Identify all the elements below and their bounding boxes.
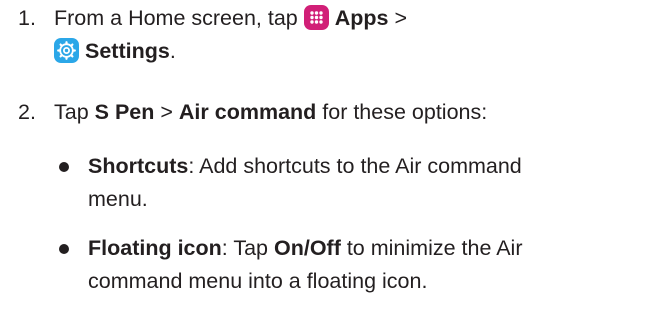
step-text-intro: From a Home screen, tap <box>54 6 304 30</box>
apps-label: Apps <box>334 6 389 30</box>
step-end: . <box>169 39 176 63</box>
s-pen-label: S Pen <box>94 100 155 124</box>
option-line: Floating icon: Tap On/Off to minimize th… <box>88 232 660 265</box>
option-line: command menu into a floating icon. <box>88 269 428 293</box>
option-description: : Add shortcuts to the Air command <box>188 154 522 178</box>
step-1: 1. From a Home screen, tap Apps > Settin… <box>18 2 658 68</box>
step-2: 2. Tap S Pen > Air command for these opt… <box>18 96 658 129</box>
gear-icon <box>54 38 79 63</box>
on-off-label: On/Off <box>273 236 341 260</box>
option-shortcuts: Shortcuts: Add shortcuts to the Air comm… <box>54 150 660 216</box>
step-text-outro: for these options: <box>316 100 488 124</box>
bullet-dot <box>59 244 69 254</box>
menu-separator: > <box>388 6 408 30</box>
settings-label: Settings <box>85 39 170 63</box>
option-description: to minimize the Air <box>340 236 523 260</box>
menu-separator: > <box>154 100 179 124</box>
bullet-dot <box>59 162 69 172</box>
step-line: Settings. <box>54 35 658 68</box>
step-text-intro: Tap <box>54 100 95 124</box>
option-term: Floating icon <box>88 236 222 260</box>
step-text: Tap S Pen > Air command for these option… <box>54 96 658 129</box>
option-text: Shortcuts: Add shortcuts to the Air comm… <box>88 150 660 216</box>
instructions-document: 1. From a Home screen, tap Apps > Settin… <box>0 0 666 312</box>
option-text: Floating icon: Tap On/Off to minimize th… <box>88 232 660 298</box>
option-floating-icon: Floating icon: Tap On/Off to minimize th… <box>54 232 660 298</box>
air-command-label: Air command <box>178 100 317 124</box>
step-number: 1. <box>18 6 36 30</box>
step-line: From a Home screen, tap Apps > <box>54 2 658 35</box>
option-description: : Tap <box>221 236 274 260</box>
apps-grid-icon <box>303 5 329 30</box>
option-line: Shortcuts: Add shortcuts to the Air comm… <box>88 150 660 183</box>
option-term: Shortcuts <box>88 154 189 178</box>
step-text: From a Home screen, tap Apps > Settings. <box>54 2 658 68</box>
step-number: 2. <box>18 100 36 124</box>
option-line: menu. <box>88 187 148 211</box>
